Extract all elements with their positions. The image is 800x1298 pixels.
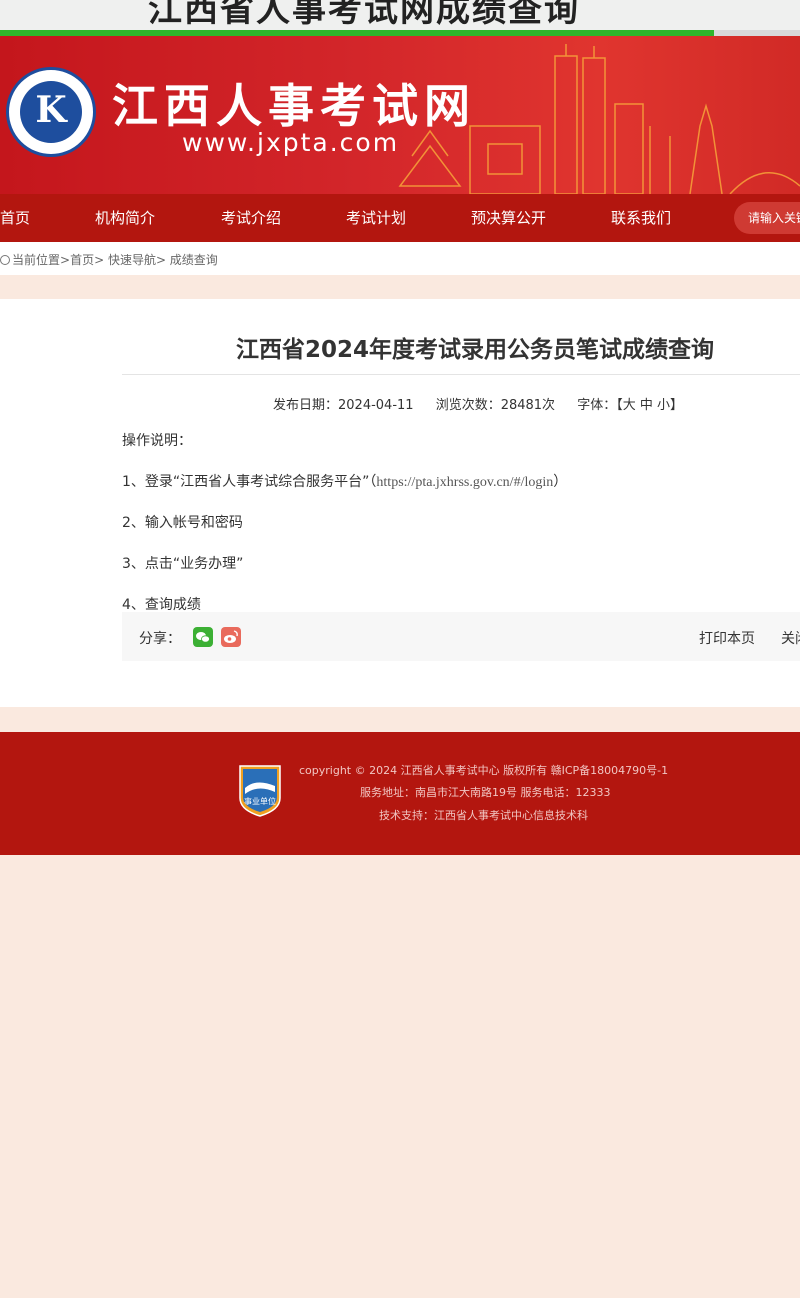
print-page-button[interactable]: 打印本页 <box>699 628 755 648</box>
public-institution-badge-icon[interactable]: 事业单位 <box>236 762 284 818</box>
location-icon <box>0 255 10 265</box>
title-divider <box>122 374 800 375</box>
site-banner: K 江西人事考试网 www.jxpta.com <box>0 36 800 194</box>
site-footer: 事业单位 copyright © 2024 江西省人事考试中心 版权所有 赣IC… <box>0 732 800 855</box>
jiangxi-exam-center-logo-icon[interactable]: K <box>6 67 96 157</box>
nav-item-budget[interactable]: 预决算公开 <box>471 194 546 242</box>
breadcrumb-bar: 当前位置>首页> 快速导航> 成绩查询 <box>0 242 800 275</box>
share-toolbar: 分享： 打印本页 关闭 <box>122 612 800 661</box>
weibo-icon[interactable] <box>221 627 241 647</box>
instructions-heading: 操作说明： <box>122 433 192 449</box>
article-meta: 发布日期：2024-04-11 浏览次数：28481次 字体：【大 中 小】 <box>273 394 701 413</box>
search-input[interactable]: 请输入关键 <box>734 202 800 234</box>
browser-title-bar: 江西省人事考试网成绩查询 <box>0 0 800 30</box>
footer-copyright: copyright © 2024 江西省人事考试中心 版权所有 赣ICP备180… <box>299 764 669 777</box>
nav-item-exam-plan[interactable]: 考试计划 <box>346 194 406 242</box>
step-2: 2、输入帐号和密码 <box>122 515 243 531</box>
page-title: 江西省2024年度考试录用公务员笔试成绩查询 <box>236 337 715 363</box>
wechat-icon[interactable] <box>193 627 213 647</box>
breadcrumb-label: 当前位置 <box>12 253 61 267</box>
publish-date: 发布日期：2024-04-11 <box>273 398 414 413</box>
close-page-button[interactable]: 关闭 <box>781 628 800 648</box>
breadcrumb-path[interactable]: >首页> 快速导航> 成绩查询 <box>60 253 218 267</box>
logo-emblem: K <box>20 81 82 143</box>
view-count: 浏览次数：28481次 <box>435 398 556 413</box>
font-size-switcher[interactable]: 字体：【大 中 小】 <box>577 398 683 413</box>
main-nav: 首页 机构简介 考试介绍 考试计划 预决算公开 联系我们 请输入关键 <box>0 194 800 242</box>
nav-item-about[interactable]: 机构简介 <box>95 194 155 242</box>
share-label: 分享： <box>139 631 181 647</box>
badge-text: 事业单位 <box>244 796 276 806</box>
browser-title-fragment: 江西省人事考试网成绩查询 <box>148 0 580 30</box>
site-url[interactable]: www.jxpta.com <box>182 128 399 157</box>
nav-item-contact[interactable]: 联系我们 <box>611 194 671 242</box>
breadcrumb: 当前位置>首页> 快速导航> 成绩查询 <box>0 251 218 268</box>
footer-address: 服务地址：南昌市江大南路19号 服务电话：12333 <box>360 786 611 799</box>
login-url-link[interactable]: https://pta.jxhrss.gov.cn/#/login <box>376 475 553 490</box>
nav-item-exam-intro[interactable]: 考试介绍 <box>221 194 281 242</box>
city-skyline-illustration <box>398 44 800 194</box>
step-3: 3、点击“业务办理” <box>122 556 244 572</box>
step-4: 4、查询成绩 <box>122 597 201 613</box>
nav-item-home[interactable]: 首页 <box>0 194 30 242</box>
step-1: 1、登录“江西省人事考试综合服务平台”（https://pta.jxhrss.g… <box>122 474 568 490</box>
article-panel: 江西省2024年度考试录用公务员笔试成绩查询 发布日期：2024-04-11 浏… <box>0 299 800 707</box>
footer-support: 技术支持：江西省人事考试中心信息技术科 <box>379 809 588 822</box>
